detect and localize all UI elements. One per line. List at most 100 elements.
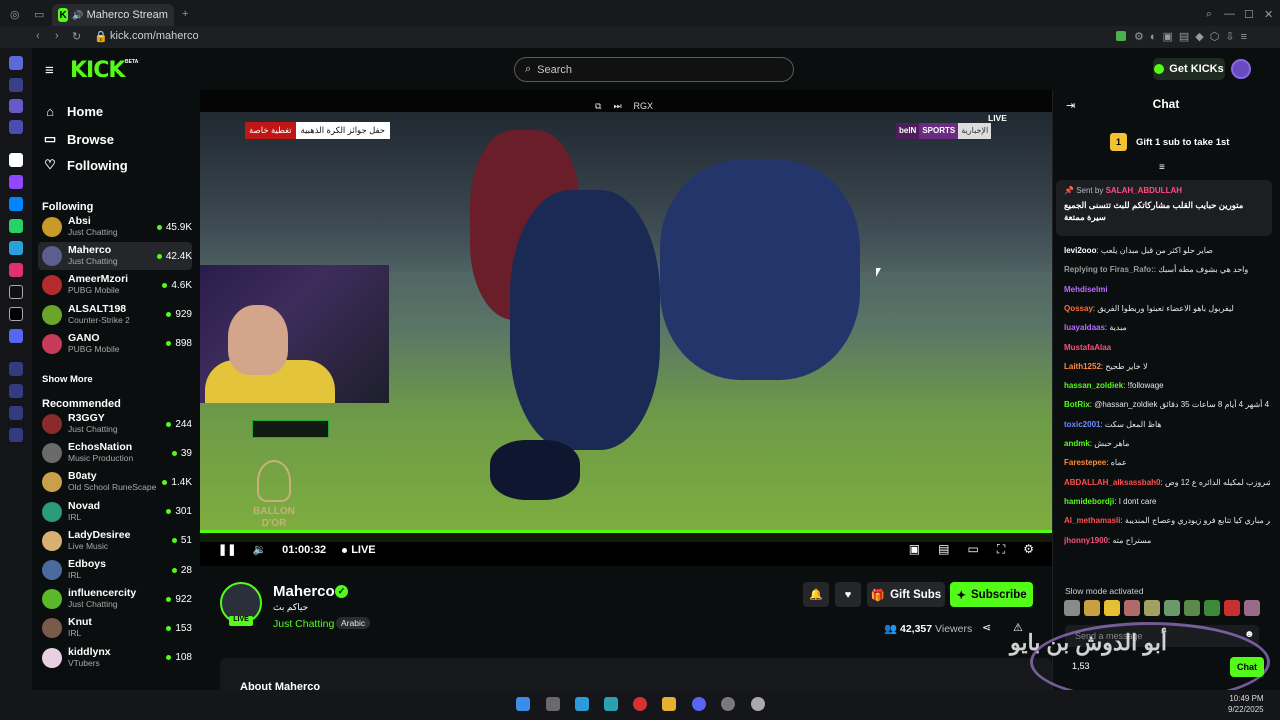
facebook-messenger-icon[interactable] — [9, 197, 23, 211]
chat-username[interactable]: hassan_zoldiek — [1064, 381, 1123, 390]
player-icon[interactable] — [9, 120, 23, 134]
nav-home[interactable]: ⌂ Home — [42, 104, 103, 119]
share-icon[interactable]: ⋖ — [982, 621, 991, 634]
settings-taskbar-icon[interactable] — [751, 697, 765, 711]
emote-icon[interactable] — [1144, 600, 1160, 616]
chat-username[interactable]: Qossay — [1064, 304, 1093, 313]
chat-message[interactable]: Mehdiselmi — [1064, 284, 1270, 295]
chat-message[interactable]: levi2ooo: صاير حلو اكثر من قبل مبدان يلع… — [1064, 245, 1270, 256]
twitch-icon[interactable] — [9, 175, 23, 189]
extensions-icon[interactable] — [9, 406, 23, 420]
chat-username[interactable]: Al_methamasli — [1064, 516, 1120, 525]
pinned-message[interactable]: 📌 Sent by SALAH_ABDULLAH متورين حبايب ال… — [1056, 180, 1272, 236]
emote-icon[interactable] — [1244, 600, 1260, 616]
chat-message[interactable]: Qossay: ليفربول باهو الاعضاء تعبتوا وربط… — [1064, 303, 1270, 314]
kick-strip-icon[interactable] — [9, 153, 23, 167]
telegram-icon[interactable] — [9, 241, 23, 255]
app-icon[interactable] — [721, 697, 735, 711]
reload-icon[interactable]: ↻ — [72, 30, 81, 43]
skip-icon[interactable]: ⏭ — [613, 101, 621, 112]
chat-message[interactable]: hassan_zoldiek: !followage — [1064, 380, 1270, 391]
tab-active[interactable]: K 🔊 Maherco Stream - Wat — [52, 4, 174, 26]
emote-icon[interactable] — [1184, 600, 1200, 616]
theater-icon[interactable]: ▤ — [938, 542, 949, 557]
forward-icon[interactable]: › — [55, 30, 59, 42]
chat-message[interactable]: Farestepee: عماه — [1064, 457, 1270, 468]
emote-icon[interactable] — [1124, 600, 1140, 616]
clip-icon[interactable]: ▣ — [909, 542, 920, 557]
chat-message[interactable]: ABDALLAH_alksassbah0: ي مشروزب لمكيله ال… — [1064, 477, 1270, 488]
downloads-icon[interactable] — [9, 384, 23, 398]
emote-icon[interactable] — [1064, 600, 1080, 616]
sidebar-channel[interactable]: EchosNation Music Production 39 — [38, 439, 192, 467]
file-explorer-icon[interactable] — [662, 697, 676, 711]
chat-username[interactable]: MustafaAlaa — [1064, 343, 1111, 352]
x-icon[interactable] — [9, 307, 23, 321]
emote-icon[interactable] — [1204, 600, 1220, 616]
edge-dev-icon[interactable] — [604, 697, 618, 711]
new-tab-icon[interactable]: + — [182, 8, 188, 20]
aria-icon[interactable] — [9, 56, 23, 70]
emote-icon[interactable] — [1084, 600, 1100, 616]
chat-message[interactable]: Replying to Firas_Rafo:: واحد هي بشوف مط… — [1064, 264, 1270, 275]
history-icon[interactable] — [9, 362, 23, 376]
discord-taskbar-icon[interactable] — [692, 697, 706, 711]
chat-message[interactable]: MustafaAlaa — [1064, 342, 1270, 353]
nav-following[interactable]: ♡ Following — [42, 157, 127, 173]
browser-profile-icon[interactable]: ◎ — [10, 8, 20, 21]
sidebar-channel[interactable]: ALSALT198 Counter-Strike 2 929 — [38, 301, 192, 329]
minimize-icon[interactable]: — — [1224, 8, 1235, 20]
extension-shield-icon[interactable] — [1116, 31, 1126, 41]
chat-username[interactable]: Mehdiselmi — [1064, 285, 1108, 294]
sidebar-channel[interactable]: GANO PUBG Mobile 898 — [38, 330, 192, 358]
whatsapp-icon[interactable] — [9, 219, 23, 233]
url-field[interactable]: kick.com/maherco — [110, 30, 199, 42]
chat-username[interactable]: Laith1252 — [1064, 362, 1101, 371]
close-window-icon[interactable]: ✕ — [1264, 8, 1273, 21]
kick-logo[interactable]: KICK — [70, 58, 125, 83]
chat-message[interactable]: jhonny1900: مستراح مته — [1064, 535, 1270, 546]
send-chat-button[interactable]: Chat — [1230, 657, 1264, 677]
sidebar-channel[interactable]: kiddlynx VTubers 108 — [38, 644, 192, 672]
settings-icon[interactable]: ⚙ — [1023, 542, 1034, 557]
get-kicks-button[interactable]: Get KICKs — [1153, 58, 1225, 80]
sidebar-channel[interactable]: AmeerMzori PUBG Mobile 4.6K — [38, 271, 192, 299]
chat-username[interactable]: levi2ooo — [1064, 246, 1096, 255]
pause-icon[interactable]: ❚❚ — [218, 543, 236, 556]
show-more-button[interactable]: Show More — [42, 374, 93, 385]
chat-message[interactable]: Laith1252: لا خاير طحيح — [1064, 361, 1270, 372]
chat-username[interactable]: toxic2001 — [1064, 420, 1100, 429]
volume-icon[interactable]: 🔉 — [252, 543, 266, 556]
maximize-icon[interactable]: ☐ — [1244, 8, 1254, 21]
chat-username[interactable]: jhonny1900 — [1064, 536, 1108, 545]
workspace-icon[interactable] — [9, 78, 23, 92]
settings-strip-icon[interactable] — [9, 428, 23, 442]
chat-username[interactable]: andmk — [1064, 439, 1090, 448]
search-tabs-icon[interactable]: ⌕ — [1206, 8, 1212, 21]
chat-message[interactable]: luayaldaas: مبدية — [1064, 322, 1270, 333]
gift-subs-button[interactable]: 🎁 Gift Subs — [867, 582, 945, 607]
follow-button[interactable]: ♥ — [835, 582, 861, 607]
chat-username[interactable]: Farestepee — [1064, 458, 1106, 467]
extension-icons[interactable]: ⚙◐▣▤◆⬡⇩≡ — [1134, 30, 1253, 43]
chat-message[interactable]: Al_methamasli: ياااه متصير الحياه بذاكر … — [1064, 515, 1270, 526]
sidebar-channel[interactable]: Novad IRL 301 — [38, 498, 192, 526]
chat-message[interactable]: andmk: ماهر حبش — [1064, 438, 1270, 449]
discord-icon[interactable] — [9, 329, 23, 343]
edge-icon[interactable] — [575, 697, 589, 711]
start-icon[interactable] — [516, 697, 530, 711]
chat-username[interactable]: luayaldaas — [1064, 323, 1105, 332]
sidebar-channel[interactable]: Edboys IRL 28 — [38, 556, 192, 584]
chat-username[interactable]: ABDALLAH_alksassbah0 — [1064, 478, 1160, 487]
tiktok-icon[interactable] — [9, 285, 23, 299]
popout-icon[interactable]: ⧉ — [595, 101, 601, 112]
emote-icon[interactable] — [1164, 600, 1180, 616]
opera-icon[interactable] — [633, 697, 647, 711]
gift-leaderboard[interactable]: 1 Gift 1 sub to take 1st — [1110, 133, 1230, 151]
subscribe-button[interactable]: ✦ Subscribe — [950, 582, 1033, 607]
chat-message[interactable]: BotRix: @hassan_zoldiek يتابع هذه القناة… — [1064, 399, 1270, 410]
task-view-icon[interactable] — [546, 697, 560, 711]
miniplayer-icon[interactable]: ▭ — [967, 542, 978, 557]
chat-message[interactable]: hamidebordji: I dont care — [1064, 496, 1270, 507]
chat-message[interactable]: toxic2001: هاظ المعل سكت — [1064, 419, 1270, 430]
